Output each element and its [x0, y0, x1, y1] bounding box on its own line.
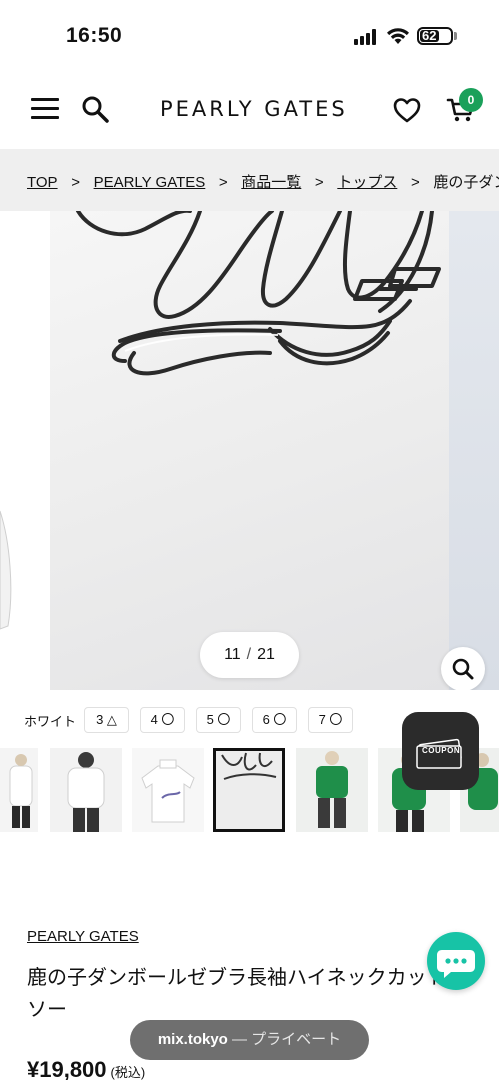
next-image-preview — [449, 211, 499, 690]
wifi-icon — [387, 28, 409, 44]
breadcrumb-tops[interactable]: トップス — [337, 171, 397, 192]
breadcrumb-current: 鹿の子ダンボールゼブラ長袖ハイネックカットソー — [433, 174, 499, 191]
product-image-closeup — [50, 211, 449, 690]
thumbnail[interactable] — [296, 748, 368, 832]
current-image-index: 11 — [224, 646, 241, 663]
total-image-count: 21 — [257, 646, 275, 663]
menu-icon[interactable] — [31, 98, 59, 120]
battery-level: 62 — [422, 28, 437, 43]
size-option-4[interactable]: 4 〇 — [140, 707, 185, 733]
price-value: ¥19,800 — [27, 1057, 107, 1080]
status-bar: 16:50 62 — [0, 0, 499, 72]
cart-count-badge: 0 — [459, 88, 483, 112]
product-page: 16:50 62 PEARLY GATES 0 TOP > PEARLY GAT… — [0, 0, 499, 1080]
breadcrumb-top[interactable]: TOP — [27, 174, 58, 191]
favorite-heart-icon[interactable] — [392, 96, 422, 124]
size-option-5[interactable]: 5 〇 — [196, 707, 241, 733]
product-price: ¥19,800 (税込) — [27, 1057, 145, 1080]
product-image-carousel[interactable]: 11/21 — [0, 211, 499, 690]
previous-image-preview — [0, 211, 50, 690]
product-title: 鹿の子ダンボールゼブラ長袖ハイネックカットソー — [27, 967, 447, 1021]
cellular-signal-icon — [354, 29, 380, 45]
thumbnail[interactable] — [0, 748, 38, 832]
coupon-label: COUPON — [422, 746, 461, 755]
chat-bubble-icon — [437, 950, 475, 978]
breadcrumb-product-list[interactable]: 商品一覧 — [241, 171, 301, 192]
size-option-7[interactable]: 7 〇 — [308, 707, 353, 733]
site-header: PEARLY GATES — [0, 72, 499, 148]
browser-address-pill[interactable]: mix.tokyo — プライベート — [130, 1020, 369, 1060]
thumbnail[interactable] — [132, 748, 204, 832]
chevron-right-icon: > — [218, 174, 228, 191]
status-time: 16:50 — [66, 24, 123, 47]
coupon-button[interactable]: COUPON — [402, 712, 479, 790]
breadcrumb-brand[interactable]: PEARLY GATES — [94, 174, 206, 191]
brand-logo[interactable]: PEARLY GATES — [160, 97, 348, 121]
brand-link[interactable]: PEARLY GATES — [27, 928, 139, 945]
size-option-3[interactable]: 3 △ — [84, 707, 129, 733]
color-label: ホワイト — [24, 714, 77, 729]
tax-note: (税込) — [110, 1065, 146, 1080]
image-counter: 11/21 — [200, 632, 299, 678]
breadcrumb: TOP > PEARLY GATES > 商品一覧 > トップス > 鹿の子ダンボールゼブラ長袖… — [0, 149, 499, 211]
chevron-right-icon: > — [410, 174, 420, 191]
private-mode-label: — プライベート — [227, 1031, 342, 1048]
search-icon[interactable] — [80, 94, 110, 124]
thumbnail[interactable] — [50, 748, 122, 832]
chevron-right-icon: > — [71, 174, 80, 191]
zoom-icon[interactable] — [441, 647, 485, 690]
url-host: mix.tokyo — [157, 1031, 228, 1048]
battery-icon: 62 — [417, 27, 453, 45]
size-option-6[interactable]: 6 〇 — [252, 707, 297, 733]
chevron-right-icon: > — [314, 174, 324, 191]
chat-button[interactable] — [427, 932, 485, 990]
thumbnail-active[interactable] — [213, 748, 285, 832]
